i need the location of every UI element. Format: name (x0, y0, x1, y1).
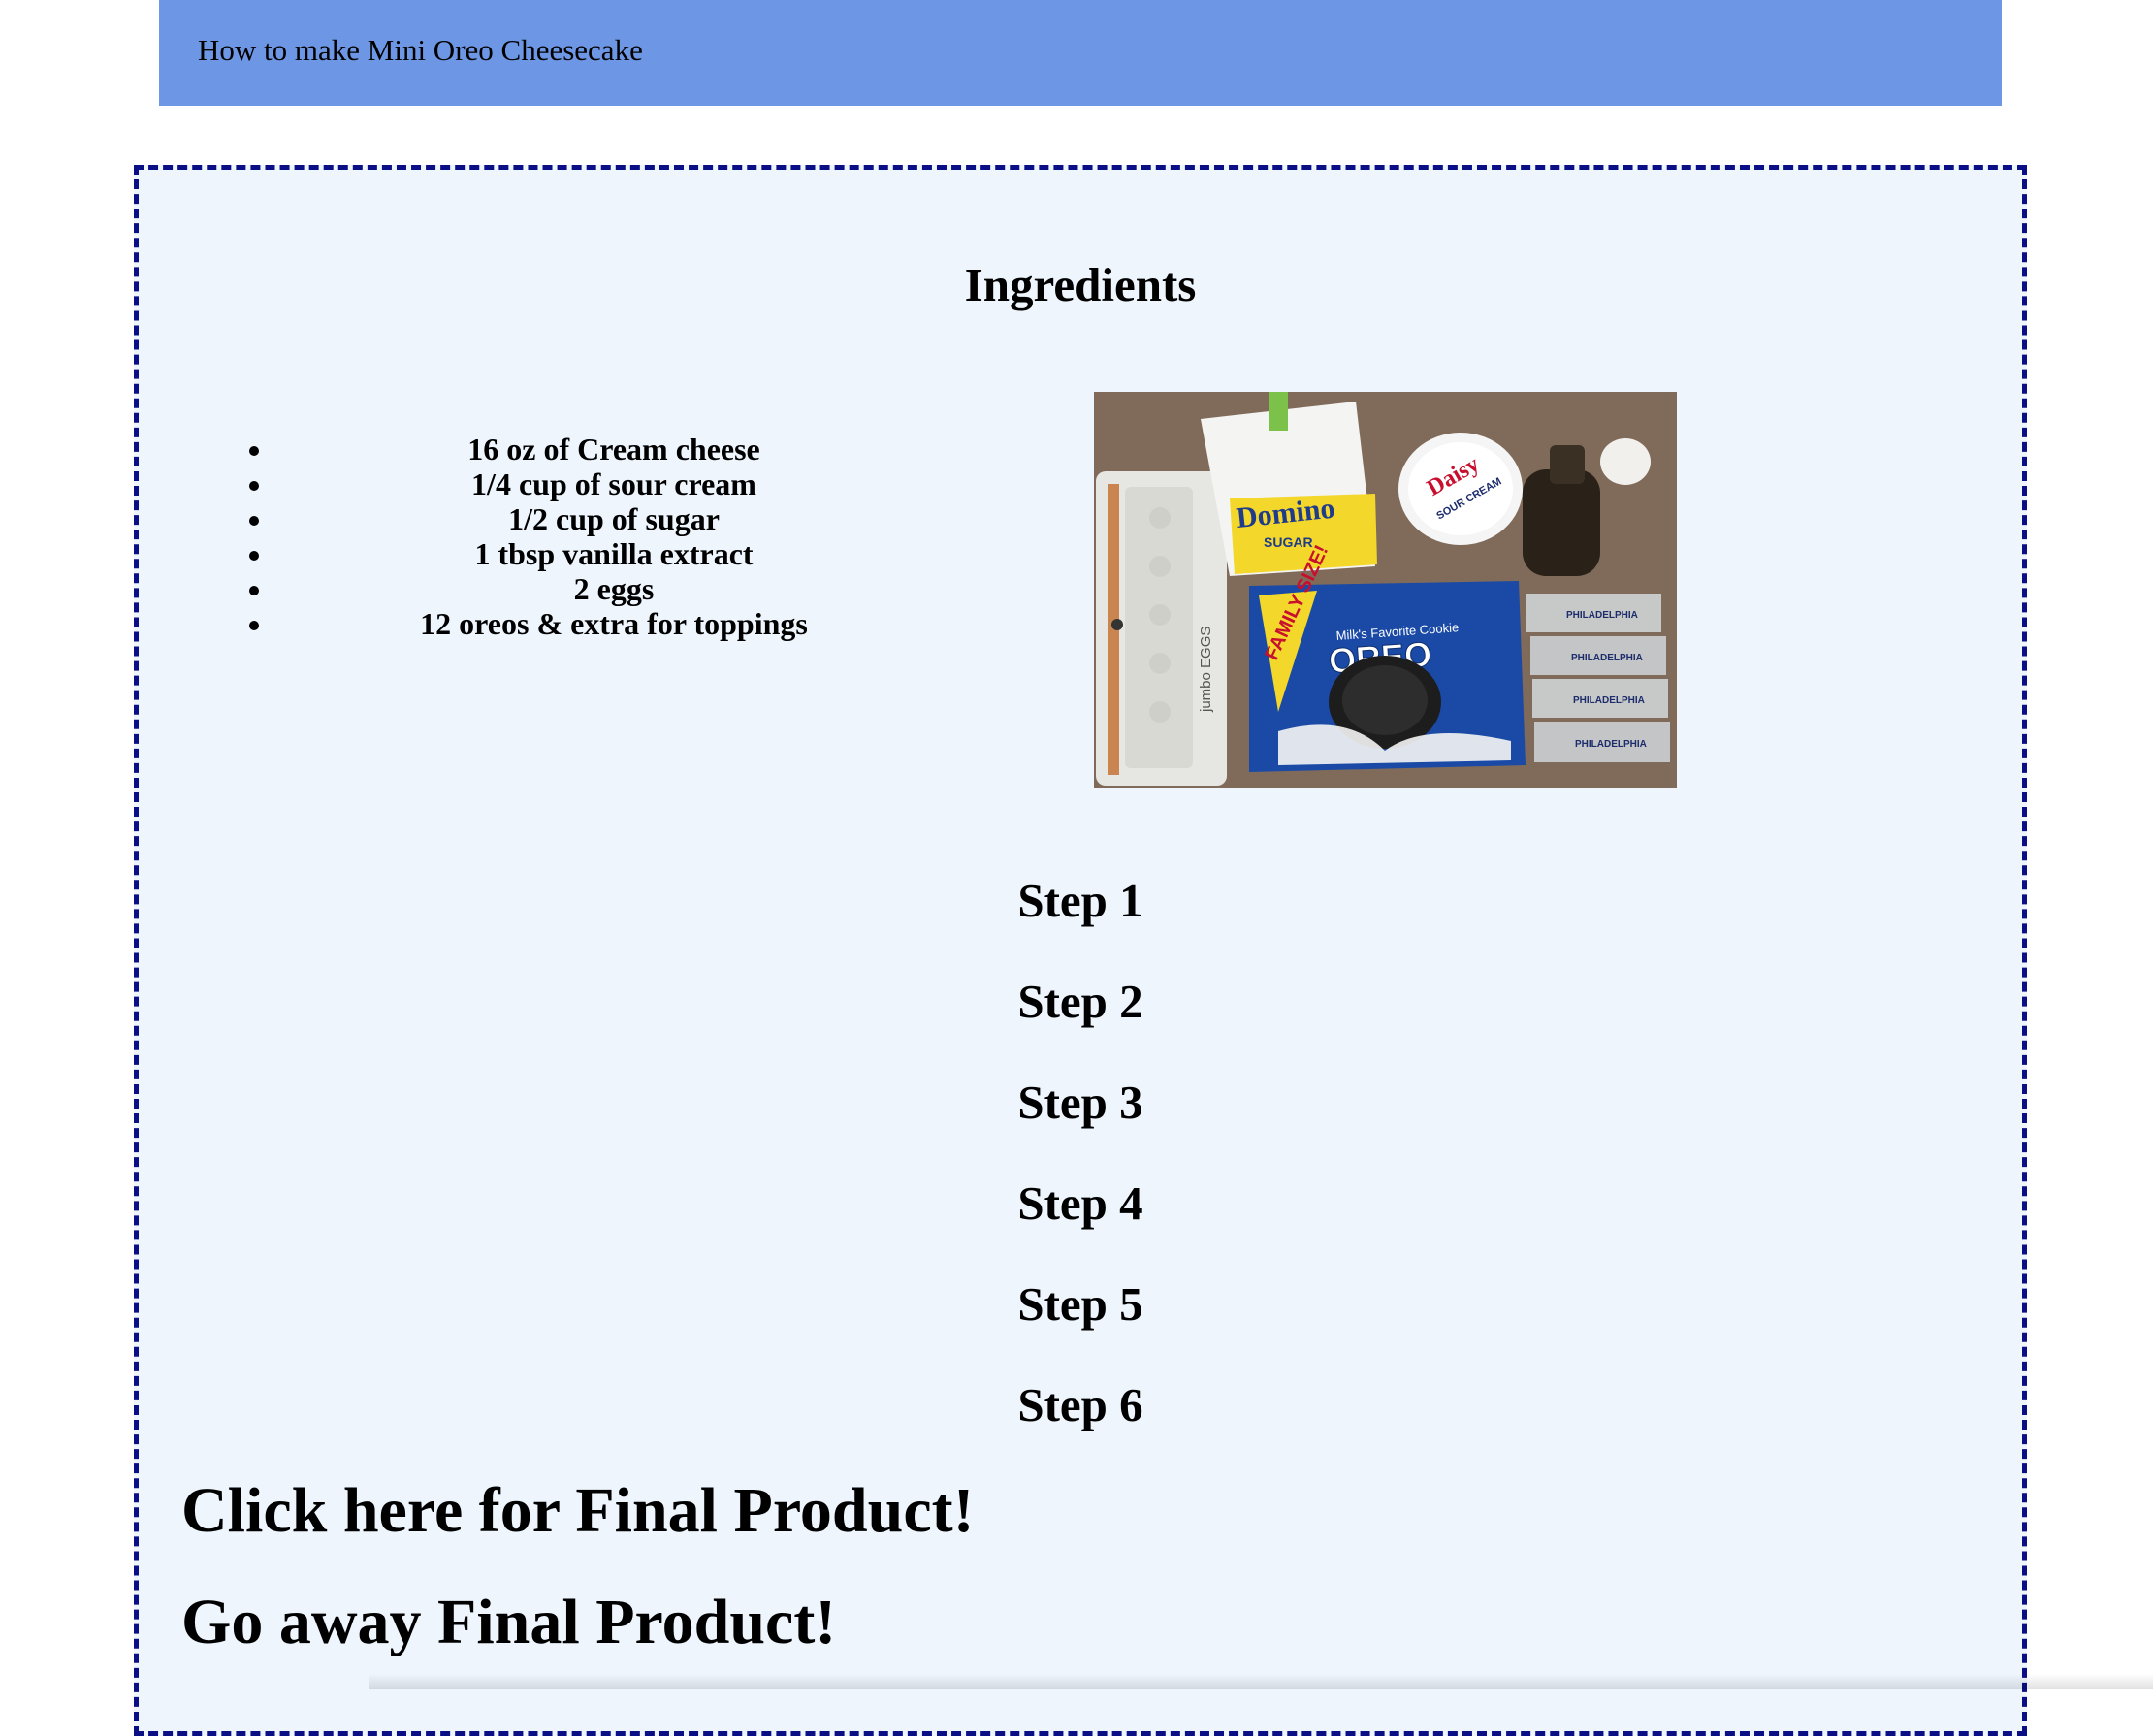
list-item: 12 oreos & extra for toppings (274, 606, 953, 641)
sour-cream-tub: Daisy SOUR CREAM (1398, 433, 1523, 545)
step-5-heading[interactable]: Step 5 (139, 1276, 2022, 1332)
recipe-container: Ingredients 16 oz of Cream cheese 1/4 cu… (134, 165, 2027, 1736)
page-title: How to make Mini Oreo Cheesecake (198, 32, 643, 67)
step-4-heading[interactable]: Step 4 (139, 1175, 2022, 1231)
list-item: 16 oz of Cream cheese (274, 432, 953, 466)
show-final-product-link[interactable]: Click here for Final Product! (181, 1474, 975, 1548)
list-item: 1/4 cup of sour cream (274, 466, 953, 501)
egg-carton: jumbo EGGS (1096, 471, 1227, 786)
list-item: 2 eggs (274, 571, 953, 606)
step-1-heading[interactable]: Step 1 (139, 873, 2022, 928)
ingredients-heading: Ingredients (964, 258, 1197, 311)
cream-cheese-brand: PHILADELPHIA (1571, 653, 1643, 663)
page-header: How to make Mini Oreo Cheesecake (159, 0, 2002, 106)
list-item: 1 tbsp vanilla extract (274, 536, 953, 571)
ingredients-list: 16 oz of Cream cheese 1/4 cup of sour cr… (228, 432, 953, 641)
cream-cheese-brand: PHILADELPHIA (1573, 695, 1645, 706)
sugar-bag: Domino SUGAR (1201, 392, 1377, 576)
ingredients-photo: jumbo EGGS Domino SUGAR Daisy SOUR CREAM (1094, 392, 1677, 788)
step-3-heading[interactable]: Step 3 (139, 1075, 2022, 1130)
step-2-heading[interactable]: Step 2 (139, 974, 2022, 1029)
step-6-heading[interactable]: Step 6 (139, 1377, 2022, 1432)
list-item: 1/2 cup of sugar (274, 501, 953, 536)
cream-cheese-brand: PHILADELPHIA (1575, 739, 1647, 750)
sugar-label: SUGAR (1264, 534, 1313, 550)
cream-cheese-brand: PHILADELPHIA (1566, 610, 1638, 621)
hide-final-product-link[interactable]: Go away Final Product! (181, 1586, 836, 1659)
bottom-shadow (369, 1674, 2153, 1689)
eggs-label: jumbo EGGS (1198, 627, 1214, 713)
